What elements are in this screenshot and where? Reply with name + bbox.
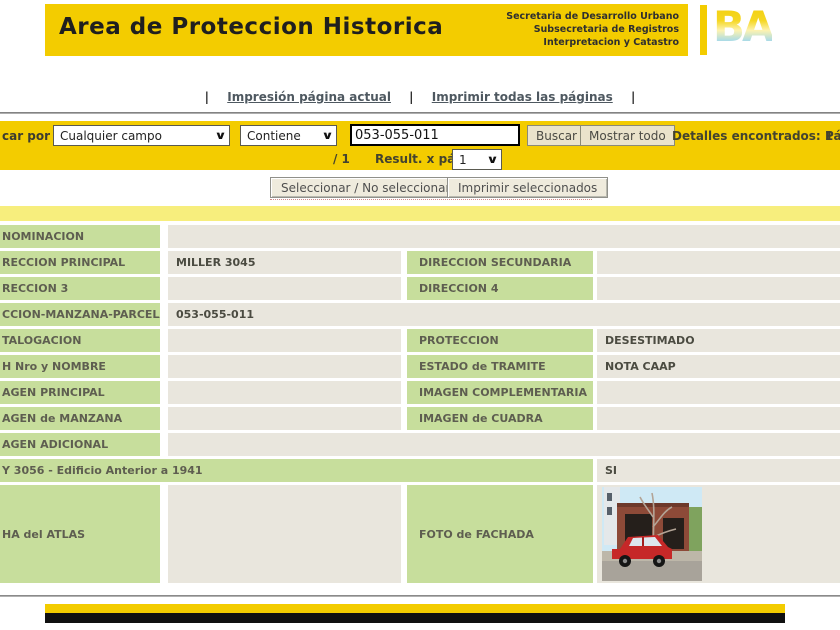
field-value bbox=[597, 251, 840, 274]
header-banner: Area de Proteccion Historica Secretaria … bbox=[45, 4, 688, 56]
print-links-bar: | Impresión página actual | Imprimir tod… bbox=[0, 90, 840, 104]
page-label-truncated: Pá bbox=[825, 129, 840, 143]
separator: | bbox=[631, 90, 635, 104]
subtitle-line-1: Secretaria de Desarrollo Urbano bbox=[506, 11, 679, 24]
field-label: AGEN ADICIONAL bbox=[0, 433, 160, 456]
header-subtitle: Secretaria de Desarrollo Urbano Subsecre… bbox=[506, 11, 679, 49]
subtitle-line-2: Subsecretaria de Registros bbox=[506, 24, 679, 37]
field-value bbox=[597, 277, 840, 300]
field-label: Y 3056 - Edificio Anterior a 1941 bbox=[0, 459, 593, 482]
field-label: IMAGEN COMPLEMENTARIA bbox=[407, 381, 593, 404]
ba-logo: BA bbox=[713, 2, 772, 51]
field-value: SI bbox=[597, 459, 840, 482]
separator: | bbox=[205, 90, 209, 104]
page-total-text: / 1 bbox=[333, 152, 350, 166]
page-title: Area de Proteccion Historica bbox=[59, 14, 443, 40]
chevron-down-icon: ∨ bbox=[486, 153, 499, 166]
operator-select-value: Contiene bbox=[247, 129, 301, 143]
table-row: Y 3056 - Edificio Anterior a 1941 SI bbox=[0, 459, 840, 482]
separator: | bbox=[409, 90, 413, 104]
field-value: MILLER 3045 bbox=[168, 251, 401, 274]
print-all-pages-link[interactable]: Imprimir todas las páginas bbox=[432, 90, 613, 104]
field-value bbox=[597, 407, 840, 430]
field-label: ESTADO de TRAMITE bbox=[407, 355, 593, 378]
field-value bbox=[597, 381, 840, 404]
per-page-select[interactable]: 1 ∨ bbox=[452, 149, 502, 170]
header-divider-bar bbox=[700, 5, 707, 55]
field-label: PROTECCION bbox=[407, 329, 593, 352]
chevron-down-icon: ∨ bbox=[321, 129, 334, 142]
field-select[interactable]: Cualquier campo ∨ bbox=[53, 125, 230, 146]
field-value: NOTA CAAP bbox=[597, 355, 840, 378]
field-value bbox=[168, 407, 401, 430]
operator-select[interactable]: Contiene ∨ bbox=[240, 125, 337, 146]
horizontal-rule bbox=[0, 112, 840, 114]
dotted-divider bbox=[270, 199, 592, 200]
field-label: DIRECCION 4 bbox=[407, 277, 593, 300]
print-selected-button[interactable]: Imprimir seleccionados bbox=[447, 177, 608, 198]
search-query-input[interactable] bbox=[350, 124, 520, 146]
field-value bbox=[597, 485, 840, 583]
search-button[interactable]: Buscar bbox=[527, 125, 586, 146]
footer-black-stripe bbox=[45, 613, 785, 623]
field-label: AGEN de MANZANA bbox=[0, 407, 160, 430]
field-select-value: Cualquier campo bbox=[60, 129, 162, 143]
print-current-page-link[interactable]: Impresión página actual bbox=[227, 90, 391, 104]
field-value bbox=[168, 329, 401, 352]
field-value bbox=[168, 355, 401, 378]
field-label: TALOGACION bbox=[0, 329, 160, 352]
table-row: RECCION PRINCIPAL MILLER 3045 DIRECCION … bbox=[0, 251, 840, 274]
table-row: CCION-MANZANA-PARCELA 053-055-011 bbox=[0, 303, 840, 326]
table-row: TALOGACION PROTECCION DESESTIMADO bbox=[0, 329, 840, 352]
footer-yellow-stripe bbox=[45, 604, 785, 613]
table-row: AGEN de MANZANA IMAGEN de CUADRA bbox=[0, 407, 840, 430]
table-row: NOMINACION bbox=[0, 225, 840, 248]
field-label: NOMINACION bbox=[0, 225, 160, 248]
facade-photo-thumbnail[interactable] bbox=[602, 487, 702, 581]
pale-yellow-band bbox=[0, 206, 840, 221]
table-row: HA del ATLAS FOTO de FACHADA bbox=[0, 485, 840, 583]
show-all-button[interactable]: Mostrar todo bbox=[580, 125, 675, 146]
field-label: HA del ATLAS bbox=[0, 485, 160, 583]
table-row: H Nro y NOMBRE ESTADO de TRAMITE NOTA CA… bbox=[0, 355, 840, 378]
field-label: FOTO de FACHADA bbox=[407, 485, 593, 583]
results-count-text: Detalles encontrados: 1 bbox=[672, 129, 833, 143]
field-value bbox=[168, 433, 840, 456]
chevron-down-icon: ∨ bbox=[214, 129, 227, 142]
field-label: DIRECCION SECUNDARIA bbox=[407, 251, 593, 274]
field-label: H Nro y NOMBRE bbox=[0, 355, 160, 378]
field-label: CCION-MANZANA-PARCELA bbox=[0, 303, 160, 326]
field-label: IMAGEN de CUADRA bbox=[407, 407, 593, 430]
table-row: RECCION 3 DIRECCION 4 bbox=[0, 277, 840, 300]
per-page-select-value: 1 bbox=[459, 153, 467, 167]
field-label: RECCION PRINCIPAL bbox=[0, 251, 160, 274]
field-value: DESESTIMADO bbox=[597, 329, 840, 352]
field-value bbox=[168, 381, 401, 404]
table-row: AGEN ADICIONAL bbox=[0, 433, 840, 456]
field-value bbox=[168, 277, 401, 300]
page: Area de Proteccion Historica Secretaria … bbox=[0, 0, 840, 630]
footer-rule bbox=[0, 595, 840, 597]
field-label: AGEN PRINCIPAL bbox=[0, 381, 160, 404]
field-value bbox=[168, 485, 401, 583]
field-value: 053-055-011 bbox=[168, 303, 840, 326]
filter-by-label: car por bbox=[2, 129, 50, 143]
field-value bbox=[168, 225, 840, 248]
field-label: RECCION 3 bbox=[0, 277, 160, 300]
search-toolbar: car por Cualquier campo ∨ Contiene ∨ Bus… bbox=[0, 121, 840, 170]
subtitle-line-3: Interpretacion y Catastro bbox=[506, 37, 679, 50]
table-row: AGEN PRINCIPAL IMAGEN COMPLEMENTARIA bbox=[0, 381, 840, 404]
